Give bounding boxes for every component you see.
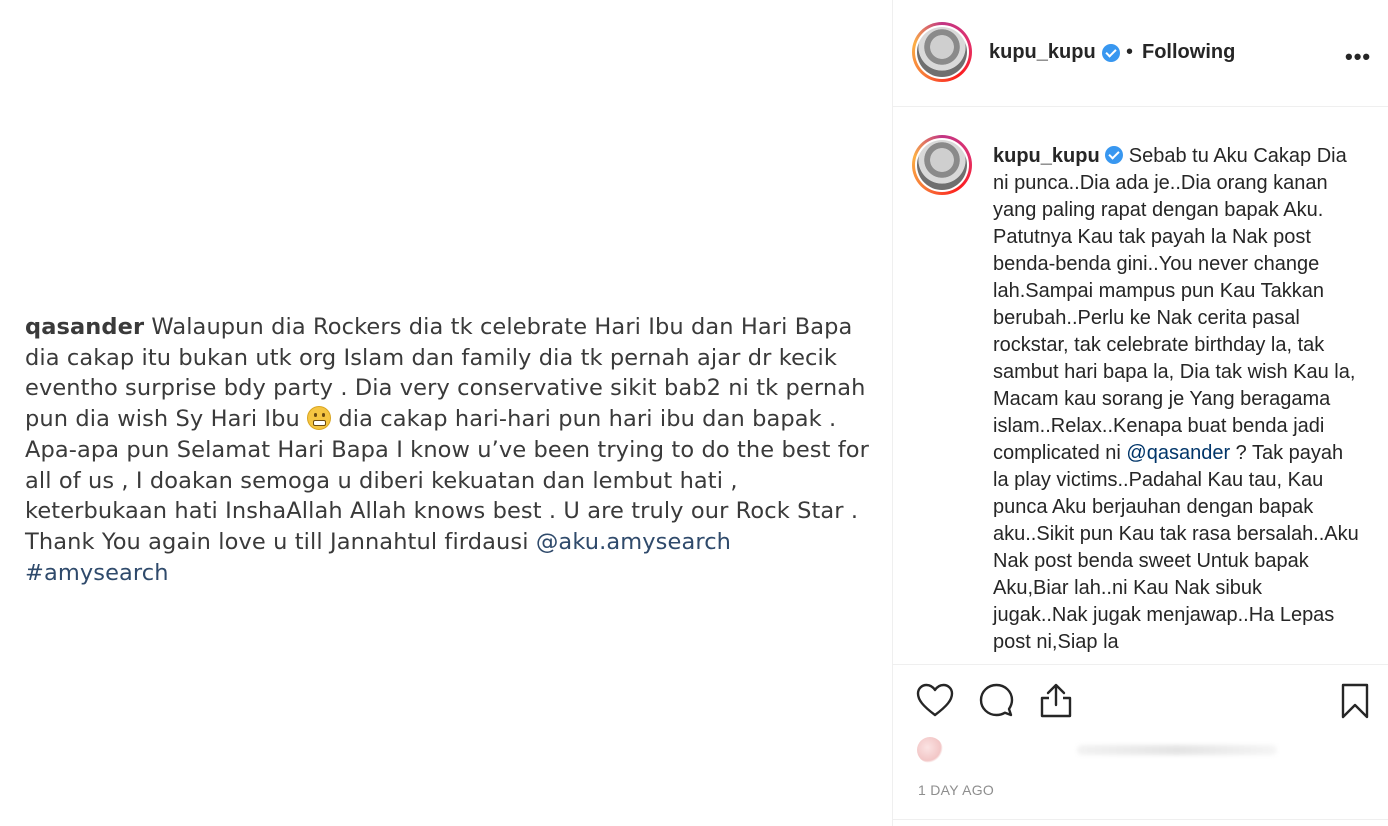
caption-avatar[interactable] xyxy=(912,135,972,195)
profile-photo xyxy=(917,27,967,77)
share-icon[interactable] xyxy=(1036,681,1076,721)
post-caption: kupu_kupu Sebab tu Aku Cakap Dia ni punc… xyxy=(993,143,1361,656)
divider xyxy=(893,819,1388,820)
post-side-panel: kupu_kupu • Following ••• kupu_kupu Seba… xyxy=(892,0,1388,826)
caption-mention[interactable]: @qasander xyxy=(1126,442,1230,464)
more-options-icon[interactable]: ••• xyxy=(1345,44,1371,70)
liker-avatar xyxy=(917,737,943,763)
caption-username[interactable]: kupu_kupu xyxy=(993,145,1100,167)
comment-icon[interactable] xyxy=(976,681,1016,721)
image-caption-hashtag: #amysearch xyxy=(25,559,169,586)
caption-verified-badge-icon xyxy=(1105,146,1124,164)
bookmark-icon[interactable] xyxy=(1335,681,1375,721)
heart-icon[interactable] xyxy=(915,681,955,721)
image-caption-text: qasander Walaupun dia Rockers dia tk cel… xyxy=(25,312,870,588)
post-image[interactable]: qasander Walaupun dia Rockers dia tk cel… xyxy=(0,0,892,826)
comments-section[interactable]: kupu_kupu Sebab tu Aku Cakap Dia ni punc… xyxy=(893,108,1388,664)
header-separator: • xyxy=(1126,41,1134,63)
post-timestamp[interactable]: 1 DAY AGO xyxy=(918,782,994,798)
likes-row[interactable] xyxy=(917,737,1277,767)
verified-badge-icon xyxy=(1102,44,1120,62)
post-header: kupu_kupu • Following ••• xyxy=(893,0,1388,107)
caption-text-1: Sebab tu Aku Cakap Dia ni punca..Dia ada… xyxy=(993,145,1356,464)
grimacing-emoji-icon xyxy=(307,406,332,431)
image-caption-username: qasander xyxy=(25,314,145,340)
following-button[interactable]: Following xyxy=(1142,41,1235,64)
blurred-likes-text xyxy=(1077,745,1277,755)
caption-text-2: ? Tak payah la play victims..Padahal Kau… xyxy=(993,442,1359,653)
action-bar: 1 DAY AGO xyxy=(893,664,1388,824)
caption-profile-photo xyxy=(917,140,967,190)
avatar[interactable] xyxy=(912,22,972,82)
header-username[interactable]: kupu_kupu xyxy=(989,41,1096,64)
image-caption-mention: @aku.amysearch xyxy=(535,528,732,555)
